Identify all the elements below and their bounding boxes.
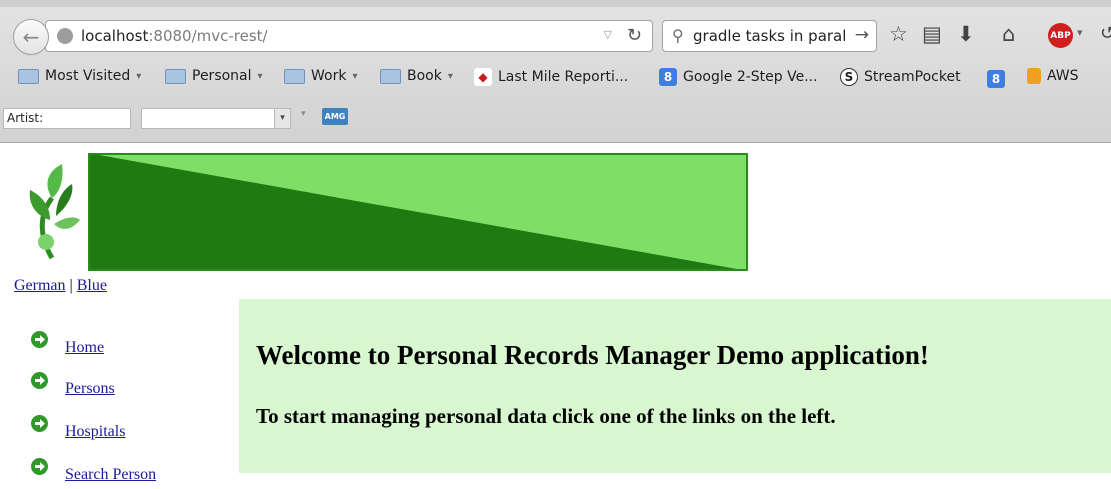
bookmark-google-2-step[interactable]: 8 Google 2-Step Ve... xyxy=(659,68,818,86)
artist-field[interactable]: Artist: xyxy=(3,108,131,129)
bookmark-label: Personal xyxy=(192,68,252,84)
more-icon[interactable]: ↺ xyxy=(1100,23,1111,44)
bookmarks-toolbar: Most Visited ▾ Personal ▾ Work ▾ Book ▾ … xyxy=(0,66,1111,94)
amg-icon[interactable]: AMG xyxy=(322,108,348,125)
bookmark-label: Work xyxy=(311,68,347,84)
chevron-down-icon: ▾ xyxy=(447,70,453,82)
tab-strip xyxy=(0,0,1111,7)
language-switcher: German | Blue xyxy=(14,277,107,295)
addon-toolbar: Artist: ▾ ▾ AMG xyxy=(0,106,1111,132)
arrow-bullet-icon xyxy=(31,415,48,432)
search-bar[interactable]: ⚲ gradle tasks in paral → xyxy=(662,20,877,52)
arrow-bullet-icon xyxy=(31,331,48,348)
artist-select[interactable] xyxy=(141,108,276,129)
browser-chrome: localhost:8080/mvc-rest/ ▽ ↻ ← ⚲ gradle … xyxy=(0,0,1111,143)
reading-list-icon[interactable]: ▤ xyxy=(922,22,942,46)
folder-icon xyxy=(380,68,401,84)
back-arrow-icon: ← xyxy=(22,25,40,49)
s-favicon: S xyxy=(840,68,858,86)
url-path: :8080/mvc-rest/ xyxy=(148,27,268,45)
globe-icon xyxy=(57,28,73,44)
nav-link-home[interactable]: Home xyxy=(65,339,104,357)
page-subtitle: To start managing personal data click on… xyxy=(256,404,836,428)
box-favicon xyxy=(1027,68,1041,84)
bookmark-label: Book xyxy=(407,68,442,84)
chevron-down-icon: ▾ xyxy=(136,70,142,82)
search-input[interactable]: gradle tasks in paral xyxy=(693,27,853,45)
theme-blue-link[interactable]: Blue xyxy=(77,277,107,294)
header-banner xyxy=(88,153,748,271)
gear-folder-icon xyxy=(18,68,39,84)
folder-icon xyxy=(284,68,305,84)
nav-item-home[interactable]: Home xyxy=(31,331,231,356)
nav-item-persons[interactable]: Persons xyxy=(31,372,231,397)
url-host: localhost xyxy=(81,27,149,45)
chevron-down-icon: ▾ xyxy=(352,70,358,82)
bookmark-label: StreamPocket xyxy=(864,69,961,85)
nav-link-search-person[interactable]: Search Person xyxy=(65,466,156,484)
downloads-icon[interactable]: ⬇ xyxy=(957,22,975,46)
nav-item-hospitals[interactable]: Hospitals xyxy=(31,415,231,440)
red-favicon: ◆ xyxy=(474,68,492,86)
bookmark-aws[interactable]: AWS xyxy=(1027,68,1079,84)
welcome-panel: Welcome to Personal Records Manager Demo… xyxy=(239,299,1111,473)
bookmark-most-visited[interactable]: Most Visited ▾ xyxy=(18,68,141,84)
leaf-logo xyxy=(29,164,80,260)
nav-link-persons[interactable]: Persons xyxy=(65,380,115,398)
bookmark-label: Most Visited xyxy=(45,68,131,84)
chevron-down-icon[interactable]: ▾ xyxy=(274,108,291,129)
bookmark-personal[interactable]: Personal ▾ xyxy=(165,68,263,84)
bookmark-star-icon[interactable]: ☆ xyxy=(889,22,908,46)
lang-separator: | xyxy=(69,277,73,294)
url-text[interactable]: localhost:8080/mvc-rest/ xyxy=(81,27,268,45)
reload-icon[interactable]: ↻ xyxy=(627,25,642,46)
page-title: Welcome to Personal Records Manager Demo… xyxy=(256,340,929,370)
search-icon: ⚲ xyxy=(672,26,684,45)
folder-icon xyxy=(165,68,186,84)
arrow-bullet-icon xyxy=(31,372,48,389)
chevron-down-icon: ▾ xyxy=(257,70,263,82)
adblock-dropdown-icon[interactable]: ▾ xyxy=(1077,26,1083,39)
home-icon[interactable]: ⌂ xyxy=(1002,22,1015,46)
nav-link-hospitals[interactable]: Hospitals xyxy=(65,423,125,441)
bookmark-streampocket[interactable]: S StreamPocket xyxy=(840,68,961,86)
bookmark-work[interactable]: Work ▾ xyxy=(284,68,357,84)
nav-item-search-person[interactable]: Search Person xyxy=(31,458,231,483)
search-go-icon[interactable]: → xyxy=(855,25,869,45)
bookmark-book[interactable]: Book ▾ xyxy=(380,68,453,84)
google-favicon[interactable]: 8 xyxy=(987,70,1005,88)
bookmark-label: Last Mile Reporti... xyxy=(498,69,629,85)
chevron-down-icon[interactable]: ▾ xyxy=(301,109,306,119)
google-favicon: 8 xyxy=(659,68,677,86)
bookmark-last-mile[interactable]: ◆ Last Mile Reporti... xyxy=(474,68,628,86)
adblock-icon[interactable]: ABP xyxy=(1048,23,1073,48)
url-bar[interactable]: localhost:8080/mvc-rest/ ▽ ↻ xyxy=(45,20,653,52)
back-button[interactable]: ← xyxy=(13,19,49,55)
lang-german-link[interactable]: German xyxy=(14,277,66,294)
bookmark-label: Google 2-Step Ve... xyxy=(683,69,818,85)
url-dropdown-icon[interactable]: ▽ xyxy=(604,28,612,41)
arrow-bullet-icon xyxy=(31,458,48,475)
bookmark-label: AWS xyxy=(1047,68,1079,84)
